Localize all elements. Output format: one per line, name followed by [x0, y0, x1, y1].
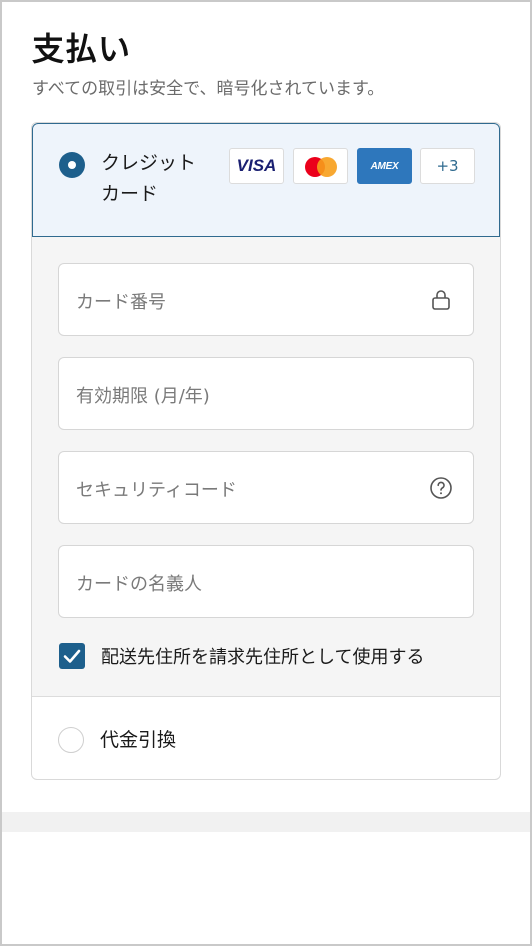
payment-methods-card: クレジット カード VISA AMEX +3 カード番号 有効期限 (月/年) … — [31, 122, 501, 780]
section-divider-band — [2, 812, 530, 832]
security-code-field[interactable]: セキュリティコード — [58, 451, 474, 524]
security-code-placeholder: セキュリティコード — [76, 480, 237, 501]
expiry-placeholder: 有効期限 (月/年) — [76, 386, 210, 407]
page-title: 支払い — [32, 30, 132, 68]
card-number-field[interactable]: カード番号 — [58, 263, 474, 336]
card-fields-panel: カード番号 有効期限 (月/年) セキュリティコード カードの名義人 配送先住所… — [32, 237, 500, 697]
amex-logo: AMEX — [357, 148, 412, 184]
payment-option-credit-card[interactable]: クレジット カード VISA AMEX +3 — [32, 123, 500, 237]
checkmark-icon — [63, 649, 81, 663]
cod-radio[interactable] — [58, 727, 84, 753]
lock-icon — [432, 290, 450, 310]
cardholder-name-field[interactable]: カードの名義人 — [58, 545, 474, 618]
page-subtitle: すべての取引は安全で、暗号化されています。 — [32, 79, 385, 99]
cod-label[interactable]: 代金引換 — [100, 725, 176, 752]
cardholder-name-placeholder: カードの名義人 — [76, 574, 202, 595]
more-brands-badge: +3 — [420, 148, 475, 184]
expiry-date-field[interactable]: 有効期限 (月/年) — [58, 357, 474, 430]
same-address-label[interactable]: 配送先住所を請求先住所として使用する — [101, 643, 424, 669]
card-number-placeholder: カード番号 — [76, 292, 166, 313]
credit-card-label: クレジット カード — [101, 152, 197, 205]
question-circle-icon[interactable] — [429, 476, 453, 500]
same-address-checkbox[interactable] — [59, 643, 85, 669]
mastercard-logo — [293, 148, 348, 184]
visa-logo: VISA — [229, 148, 284, 184]
credit-card-radio[interactable] — [59, 152, 85, 178]
